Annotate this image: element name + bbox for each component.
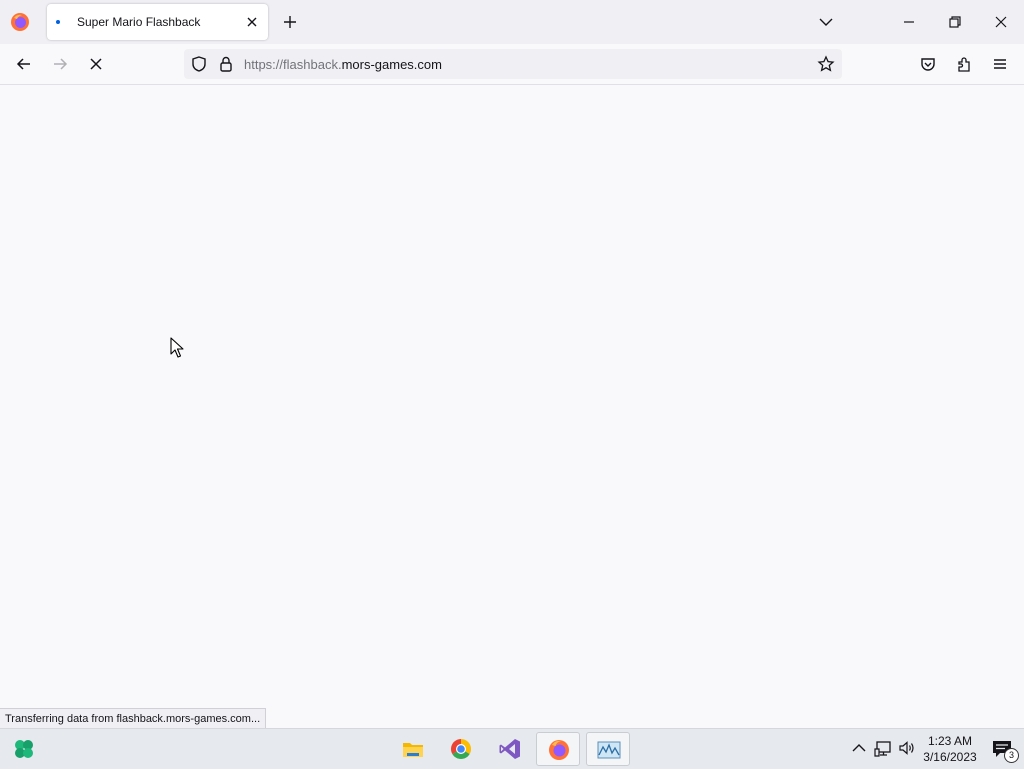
system-clock[interactable]: 1:23 AM 3/16/2023 bbox=[918, 733, 982, 765]
chrome-icon bbox=[451, 739, 471, 759]
monitor-app-icon bbox=[597, 741, 621, 759]
extensions-icon[interactable] bbox=[954, 54, 974, 74]
lock-icon[interactable] bbox=[216, 54, 236, 74]
network-icon[interactable] bbox=[874, 739, 892, 757]
tracking-protection-icon[interactable] bbox=[189, 54, 209, 74]
tab-title: Super Mario Flashback bbox=[77, 15, 201, 29]
url-text[interactable]: https://flashback.mors-games.com bbox=[244, 57, 442, 72]
back-icon[interactable] bbox=[14, 54, 34, 74]
visual-studio-icon bbox=[499, 739, 520, 759]
stop-loading-icon[interactable] bbox=[86, 54, 106, 74]
firefox-logo-icon[interactable] bbox=[10, 12, 30, 32]
taskbar-firefox[interactable] bbox=[536, 732, 580, 766]
navigation-toolbar: https://flashback.mors-games.com bbox=[0, 44, 1024, 85]
forward-icon[interactable] bbox=[50, 54, 70, 74]
taskbar-monitor-app[interactable] bbox=[586, 732, 630, 766]
taskbar-file-explorer[interactable] bbox=[391, 732, 435, 766]
clock-date: 3/16/2023 bbox=[923, 750, 977, 764]
volume-icon[interactable] bbox=[898, 739, 916, 757]
start-icon bbox=[15, 740, 33, 758]
taskbar-visual-studio[interactable] bbox=[488, 732, 532, 766]
taskbar-chrome[interactable] bbox=[439, 732, 483, 766]
close-window-icon[interactable] bbox=[991, 12, 1011, 32]
taskbar: 1:23 AM 3/16/2023 3 bbox=[0, 728, 1024, 769]
firefox-icon bbox=[549, 740, 569, 760]
file-explorer-icon bbox=[403, 743, 423, 757]
notification-count-badge: 3 bbox=[1004, 748, 1019, 763]
list-all-tabs-icon[interactable] bbox=[816, 12, 836, 32]
status-panel: Transferring data from flashback.mors-ga… bbox=[0, 708, 267, 729]
start-button[interactable] bbox=[2, 732, 46, 766]
page-content bbox=[0, 85, 1024, 728]
address-bar[interactable]: https://flashback.mors-games.com bbox=[184, 49, 842, 79]
bookmark-star-icon[interactable] bbox=[816, 54, 836, 74]
show-hidden-icons[interactable] bbox=[850, 739, 868, 757]
tab-active[interactable]: Super Mario Flashback bbox=[47, 4, 268, 40]
url-host: mors-games.com bbox=[341, 57, 442, 72]
tab-bar: Super Mario Flashback bbox=[0, 0, 1024, 44]
restore-icon[interactable] bbox=[945, 12, 965, 32]
tab-loading-dot-icon bbox=[56, 20, 60, 24]
new-tab-icon[interactable] bbox=[280, 12, 300, 32]
minimize-icon[interactable] bbox=[899, 12, 919, 32]
mouse-cursor-icon bbox=[170, 337, 184, 358]
pocket-icon[interactable] bbox=[918, 54, 938, 74]
clock-time: 1:23 AM bbox=[927, 734, 973, 748]
close-tab-icon[interactable] bbox=[242, 12, 262, 32]
menu-icon[interactable] bbox=[990, 54, 1010, 74]
url-scheme-prefix: https://flashback. bbox=[244, 57, 342, 72]
